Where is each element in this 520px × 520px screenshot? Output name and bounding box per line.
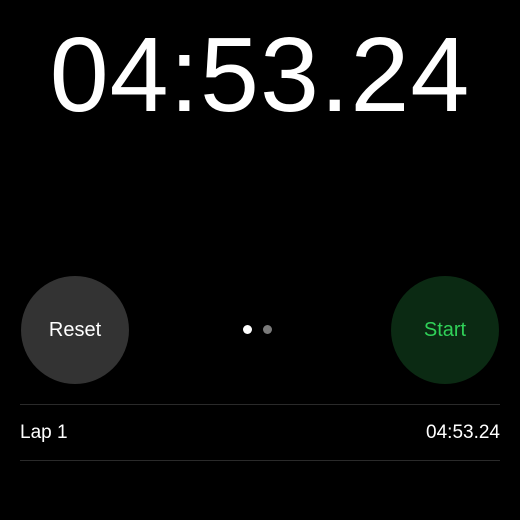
page-dot-inactive[interactable]: [263, 325, 272, 334]
stopwatch-controls: Reset Start: [21, 276, 499, 384]
lap-row: Lap 1 04:53.24: [20, 405, 500, 460]
lap-label: Lap 1: [20, 421, 68, 443]
reset-button[interactable]: Reset: [21, 276, 129, 384]
page-dot-active[interactable]: [243, 325, 252, 334]
lap-time: 04:53.24: [426, 421, 500, 443]
stopwatch-time-display: 04:53.24: [49, 16, 471, 134]
page-indicator[interactable]: [243, 325, 272, 334]
start-button[interactable]: Start: [391, 276, 499, 384]
lap-row-divider: [20, 460, 500, 461]
